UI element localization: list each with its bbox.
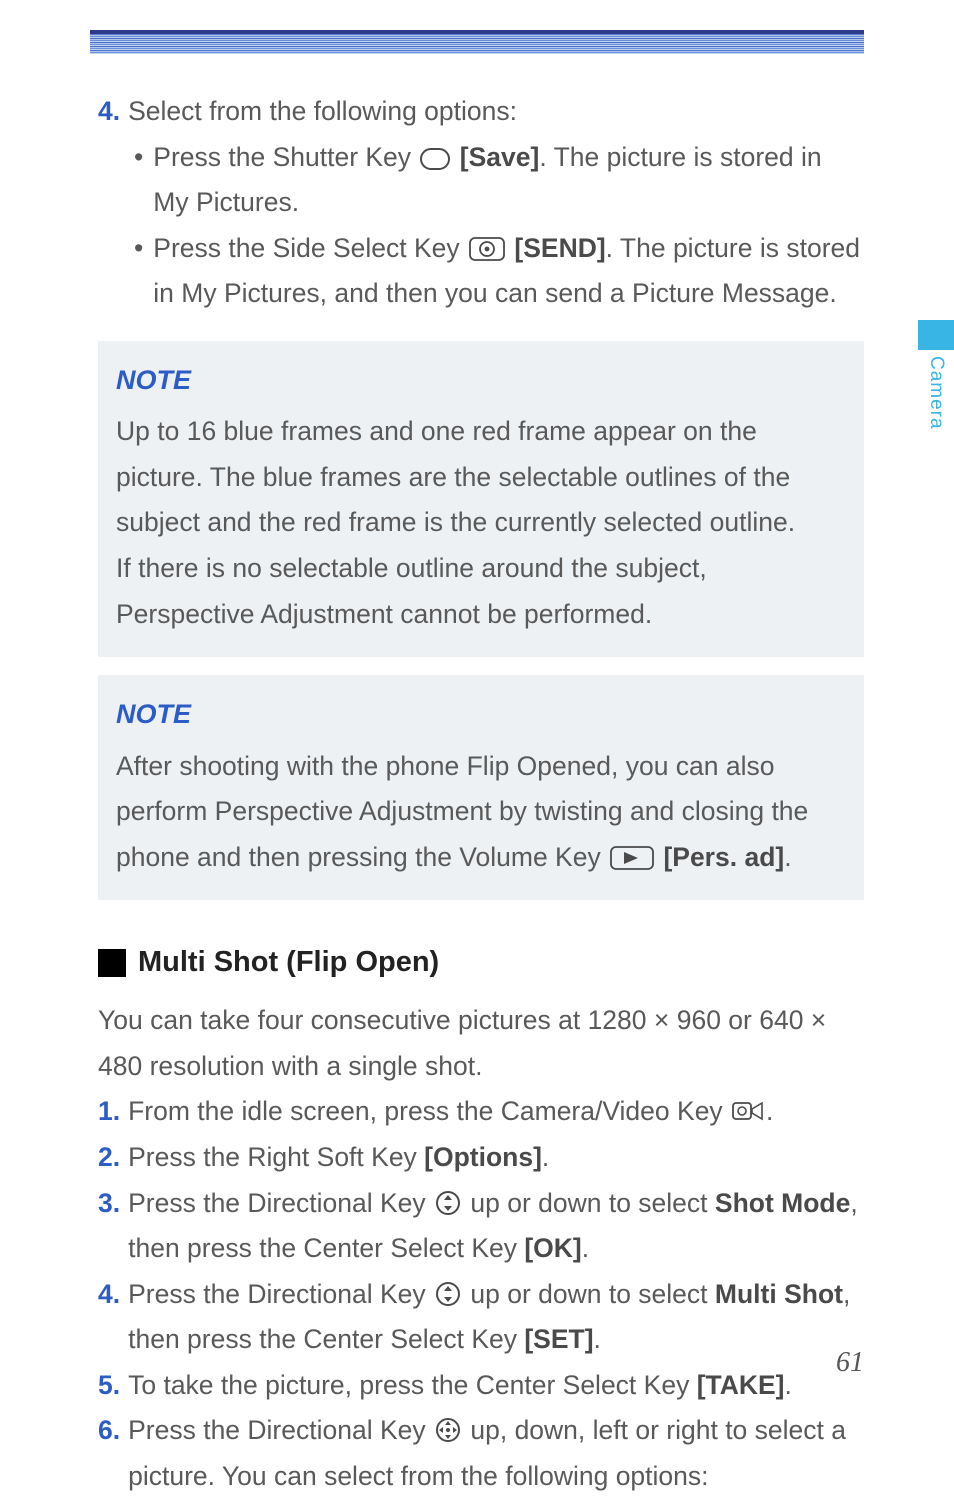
volume-key-icon bbox=[610, 846, 654, 870]
text: up or down to select bbox=[463, 1279, 715, 1309]
page-number: 61 bbox=[836, 1347, 864, 1379]
square-bullet-icon bbox=[98, 949, 126, 977]
text: Press the Shutter Key bbox=[153, 142, 418, 172]
side-tab-bar bbox=[918, 320, 954, 350]
text: . bbox=[542, 1142, 549, 1172]
note-title: NOTE bbox=[116, 691, 846, 737]
text: . bbox=[766, 1096, 773, 1126]
bullet-icon: • bbox=[134, 226, 143, 317]
note-text: After shooting with the phone Flip Opene… bbox=[116, 744, 846, 881]
step-3: 3. Press the Directional Key up or down … bbox=[98, 1181, 864, 1272]
step-number: 6. bbox=[98, 1408, 120, 1499]
label-ok: [OK] bbox=[524, 1233, 581, 1263]
step-4: 4. Select from the following options: bbox=[98, 89, 864, 135]
step-number: 2. bbox=[98, 1135, 120, 1181]
label-save: [Save] bbox=[452, 142, 539, 172]
step-4-bullet-1: • Press the Shutter Key [Save]. The pict… bbox=[98, 135, 864, 226]
step-4-lead: Select from the following options: bbox=[128, 89, 864, 135]
step-number: 4. bbox=[98, 1272, 120, 1363]
text: up or down to select bbox=[463, 1188, 715, 1218]
step-1: 1. From the idle screen, press the Camer… bbox=[98, 1089, 864, 1135]
side-tab-label: Camera bbox=[925, 356, 947, 430]
text: . bbox=[594, 1324, 601, 1354]
label-send: [SEND] bbox=[507, 233, 606, 263]
note-text: Up to 16 blue frames and one red frame a… bbox=[116, 409, 846, 546]
step-4-bullet-2: • Press the Side Select Key [SEND]. The … bbox=[98, 226, 864, 317]
text: . bbox=[784, 842, 791, 872]
shutter-key-icon bbox=[420, 148, 450, 170]
text: Press the Right Soft Key bbox=[128, 1142, 424, 1172]
label-set: [SET] bbox=[524, 1324, 593, 1354]
label-multi-shot: Multi Shot bbox=[715, 1279, 843, 1309]
directional-key-updown-icon bbox=[435, 1281, 461, 1307]
step-6: 6. Press the Directional Key up, down, l… bbox=[98, 1408, 864, 1499]
section-heading: Multi Shot (Flip Open) bbox=[98, 938, 864, 988]
note-box-2: NOTE After shooting with the phone Flip … bbox=[98, 675, 864, 900]
text: . bbox=[582, 1233, 589, 1263]
directional-key-all-icon bbox=[435, 1417, 461, 1443]
label-options: [Options] bbox=[424, 1142, 542, 1172]
section-intro: You can take four consecutive pictures a… bbox=[98, 998, 864, 1089]
step-2: 2. Press the Right Soft Key [Options]. bbox=[98, 1135, 864, 1181]
step-number: 5. bbox=[98, 1363, 120, 1409]
label-pers-ad: [Pers. ad] bbox=[656, 842, 784, 872]
text: Press the Directional Key bbox=[128, 1415, 433, 1445]
section-title: Multi Shot (Flip Open) bbox=[138, 938, 439, 988]
note-text: If there is no selectable outline around… bbox=[116, 546, 846, 637]
bullet-icon: • bbox=[134, 135, 143, 226]
step-number: 4. bbox=[98, 89, 120, 135]
side-tab: Camera bbox=[918, 320, 954, 430]
note-title: NOTE bbox=[116, 357, 846, 403]
text: Press the Directional Key bbox=[128, 1279, 433, 1309]
side-select-key-icon bbox=[469, 237, 505, 261]
text: Press the Side Select Key bbox=[153, 233, 467, 263]
camera-video-key-icon bbox=[732, 1100, 764, 1124]
label-shot-mode: Shot Mode bbox=[715, 1188, 850, 1218]
text: From the idle screen, press the Camera/V… bbox=[128, 1096, 730, 1126]
note-box-1: NOTE Up to 16 blue frames and one red fr… bbox=[98, 341, 864, 657]
step-5: 5. To take the picture, press the Center… bbox=[98, 1363, 864, 1409]
directional-key-updown-icon bbox=[435, 1190, 461, 1216]
step-4b: 4. Press the Directional Key up or down … bbox=[98, 1272, 864, 1363]
step-number: 1. bbox=[98, 1089, 120, 1135]
text: Press the Directional Key bbox=[128, 1188, 433, 1218]
step-number: 3. bbox=[98, 1181, 120, 1272]
header-rule bbox=[90, 30, 864, 54]
